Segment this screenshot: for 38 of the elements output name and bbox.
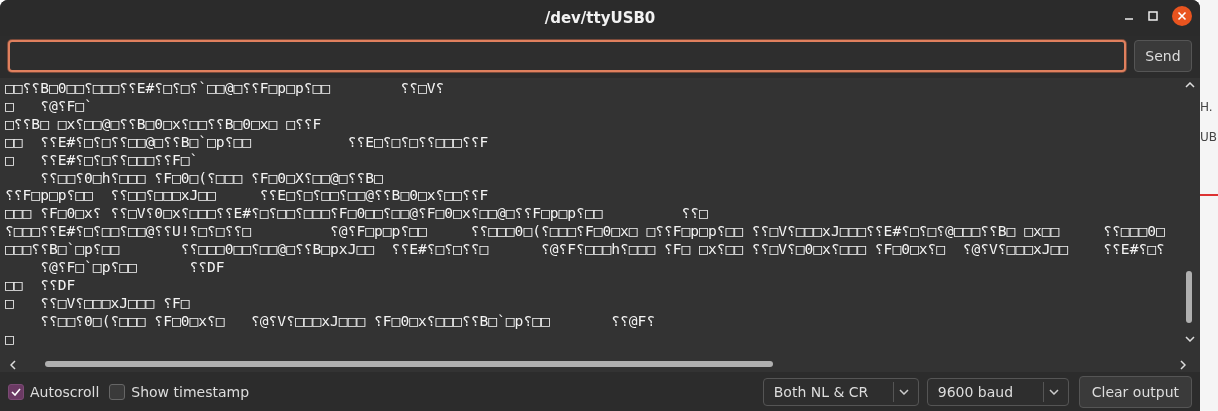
scroll-left-icon[interactable] <box>10 360 16 370</box>
checkmark-icon <box>11 387 21 396</box>
output-line: □ <box>5 329 14 348</box>
caret-icon <box>1048 388 1059 395</box>
caret-icon <box>898 388 909 395</box>
output-line: □ ⸮@⸮F□` <box>5 96 93 115</box>
output-line: □□□⸮⸮B□`□p⸮□□ ⸮⸮□□□0□□⸮□□@□⸮⸮B□pxJ□□ ⸮⸮E#⸮□⸮□⸮⸮□ ⸮@⸮F⸮□□□h⸮□□□ ⸮F□ □x⸮□□ ⸮⸮□V⸮□0□x⸮□□□ ⸮F□0□x⸮□ ⸮@⸮V⸮□□□xJ□□ ⸮⸮E#⸮□⸮ <box>5 240 1165 259</box>
scroll-right-icon[interactable] <box>1180 360 1186 370</box>
output-line: □□ ⸮⸮DF <box>5 275 76 294</box>
background-text: UB <box>1200 130 1218 144</box>
background-text: H. <box>1200 100 1214 114</box>
scrollbar-thumb[interactable] <box>45 361 773 367</box>
output-line: □ ⸮⸮E#⸮□⸮□⸮⸮□□□⸮⸮F□` <box>5 150 199 169</box>
output-line: □□□ ⸮F□0□x⸮ ⸮⸮□V⸮0□x⸮□□□⸮⸮E#⸮□⸮□□⸮□□□⸮F□0□□⸮□□@⸮F□0□x⸮□□@□⸮⸮F□p□p⸮□□ ⸮⸮□ <box>5 204 708 223</box>
checkbox-label: Autoscroll <box>30 383 100 400</box>
output-line: ⸮□□□⸮⸮E#⸮□⸮□□⸮□□@⸮⸮U!⸮□⸮□⸮⸮□ ⸮@⸮F□p□p⸮□□ ⸮⸮□□□0□(⸮□□□⸮F□0□x□ □⸮⸮F□p□p⸮□□ ⸮⸮□V⸮□□□xJ□□□⸮⸮E#⸮□⸮□⸮@□□□⸮⸮B□ □x□□ ⸮⸮□□□0□ <box>5 222 1165 241</box>
scroll-up-icon[interactable] <box>1185 82 1195 88</box>
output-line: □□ ⸮⸮E#⸮□⸮□⸮⸮□□@□⸮⸮B□`□p⸮□□ ⸮⸮E□⸮□⸮□⸮⸮□□□⸮⸮F <box>5 132 489 151</box>
scrollbar-thumb[interactable] <box>1186 271 1192 323</box>
output-line: □⸮⸮B□ □x⸮□□@□⸮⸮B□0□x⸮□□⸮⸮B□0□x□ □⸮⸮F <box>5 114 322 133</box>
clear-output-button[interactable]: Clear output <box>1078 375 1192 408</box>
message-field[interactable] <box>8 40 1126 72</box>
send-button[interactable]: Send <box>1134 40 1192 72</box>
timestamp-checkbox[interactable] <box>109 383 126 400</box>
checkbox-label: Show timestamp <box>131 383 250 400</box>
output-line: ⸮⸮□□⸮0□(⸮□□□ ⸮F□0□x⸮□ ⸮@⸮V⸮□□□xJ□□□ ⸮F□0□x⸮□□□⸮⸮B□`□p⸮□□ ⸮⸮@F⸮ <box>39 311 656 330</box>
output-line: □ ⸮⸮□V⸮□□□xJ□□□ ⸮F□ <box>5 293 190 312</box>
window-title: /dev/ttyUSB0 <box>544 9 656 27</box>
output-line: ⸮⸮F□p□p⸮□□ ⸮⸮□□⸮□□□xJ□□ ⸮⸮E□⸮□⸮□□⸮□□@⸮⸮B□0□x⸮□□⸮⸮F <box>5 186 489 205</box>
maximize-icon[interactable] <box>1148 11 1158 21</box>
line-ending-dropdown[interactable]: Both NL & CR <box>762 377 919 406</box>
close-icon[interactable] <box>1172 6 1192 26</box>
output-line: □□⸮⸮B□0□□⸮□□□⸮⸮E#⸮□⸮□⸮`□□@□⸮⸮F□p□p⸮□□ ⸮⸮□V⸮ <box>5 79 445 97</box>
autoscroll-checkbox[interactable] <box>8 383 24 400</box>
output-line: ⸮@⸮F□`□p⸮□□ ⸮⸮DF <box>39 258 225 276</box>
scroll-down-icon[interactable] <box>1185 336 1195 342</box>
output-line: ⸮⸮□□⸮0□h⸮□□□ ⸮F□0□(⸮□□□ ⸮F□0□X⸮□□@□⸮⸮B□ <box>39 168 383 187</box>
baud-rate-dropdown[interactable]: 9600 baud <box>926 377 1069 406</box>
